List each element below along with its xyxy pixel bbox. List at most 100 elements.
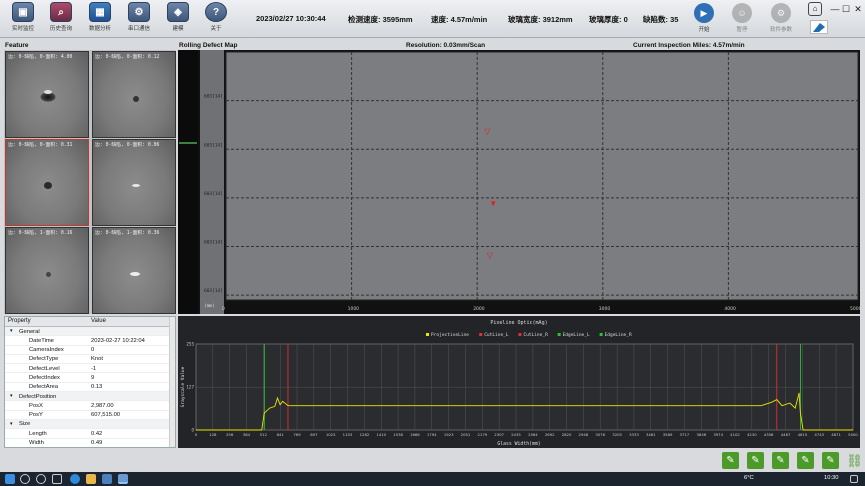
glass-width-display: 玻璃宽度: 3912mm [508,15,573,24]
collapse-icon[interactable]: ▾ [10,328,13,334]
chart-x-tick: 2051 [461,432,471,437]
chart-x-tick: 4102 [730,432,740,437]
chart-x-tick: 5000 [848,432,858,437]
map-y-axis-band [200,50,224,314]
map-x-tick: 1000 [348,306,360,312]
lock-icon[interactable]: ⌂ [808,2,822,16]
tool-button-4[interactable]: ✎ [797,452,814,469]
property-grid-header: Property Value [5,317,175,327]
property-key: PosY [29,412,43,419]
property-category[interactable]: ▾ DefectPosition [5,392,175,402]
profile-chart[interactable]: Pixeline Optic(mAg) ProjectiveLine CutLine… [178,316,860,448]
property-key: CameraIndex [29,347,64,354]
property-category[interactable]: ▾ Size [5,419,175,430]
defect-mark [132,184,140,187]
thumbnail-1[interactable]: 边: 0-缺陷, 0-面积: 4.00 [5,51,89,138]
chart-x-tick: 1410 [376,432,386,437]
property-row[interactable]: PosY 607,515.00 [5,411,175,420]
history-query-label: 历史查询 [49,26,72,32]
defect-mark [130,272,140,276]
close-button[interactable]: ✕ [852,3,864,15]
glass-thickness-display: 玻璃厚度: 0 [589,15,628,24]
modeling-button[interactable]: ◈ 建模 [161,2,195,36]
chart-x-tick: 1794 [427,432,437,437]
collapse-icon[interactable]: ▾ [10,393,13,399]
tool-button-5[interactable]: ✎ [822,452,839,469]
tool-button-1[interactable]: ✎ [722,452,739,469]
realtime-monitor-button[interactable]: ▣ 实时监控 [6,2,40,36]
map-y-tick: 603[14] [204,142,223,148]
search-icon[interactable] [20,474,30,484]
data-analysis-button[interactable]: ▦ 数据分析 [83,2,117,36]
maximize-button[interactable]: ☐ [840,3,852,15]
property-row[interactable]: DefectIndex 9 [5,373,175,383]
stop-button[interactable]: ☺ 暂停 [724,2,760,36]
history-query-button[interactable]: ⌕ 历史查询 [44,2,78,36]
legend-label: ProjectiveLine [431,332,469,338]
start-menu-icon[interactable] [5,474,15,484]
start-button[interactable]: ▶ 开始 [686,2,722,36]
logo [810,20,828,34]
property-row[interactable]: Width 0.49 [5,439,175,447]
defect-marker: ▽ [484,127,491,136]
property-category[interactable]: ▾ General [5,327,175,337]
legend-label: CutLine_R [523,332,548,338]
property-scrollbar[interactable] [169,317,175,447]
params-icon: ⚙ [771,3,791,23]
defect-highlight [44,90,52,94]
clock-text[interactable]: 10:30 [824,475,839,481]
app-icon[interactable] [102,474,112,484]
property-value: 0 [91,347,95,354]
chart-x-tick: 4743 [814,432,824,437]
serial-comm-button[interactable]: ⚙ 串口通信 [122,2,156,36]
property-row[interactable]: DateTime 2023-02-27 10:22:04 [5,336,175,346]
about-button[interactable]: ? 关于 [199,2,233,36]
about-label: 关于 [210,26,222,32]
link-button[interactable]: ⛓ [846,452,863,469]
datetime-display: 2023/02/27 10:30:44 [256,14,326,23]
chart-x-tick: 2564 [528,432,538,437]
thumbnail-3[interactable]: 边: 0-缺陷, 0-面积: 0.31 [5,139,89,226]
thumbnail-caption: 边: 0-缺陷, 0-面积: 4.00 [8,55,73,60]
chart-x-tick: 2820 [562,432,572,437]
property-value: 0.42 [91,430,103,437]
property-key: DefectIndex [29,374,60,381]
defect-marker: ▼ [489,199,497,208]
folder-icon[interactable] [86,474,96,484]
thumbnail-6[interactable]: 边: 0-缺陷, 1-面积: 0.36 [92,227,176,314]
thumbnail-2[interactable]: 边: 0-缺陷, 0-面积: 0.12 [92,51,176,138]
property-value: 607,515.00 [91,412,121,419]
chart-x-tick: 3974 [713,432,723,437]
chart-x-tick: 512 [260,432,268,437]
chart-x-tick: 769 [293,432,301,437]
notification-icon[interactable] [850,475,858,483]
property-row[interactable]: DefectType Knot [5,355,175,365]
thumbnail-4[interactable]: 边: 0-缺陷, 0-面积: 0.06 [92,139,176,226]
property-key: PosX [29,402,43,409]
serial-comm-label: 串口通信 [127,26,150,32]
defect-mark [46,272,51,277]
property-row[interactable]: Length 0.42 [5,429,175,439]
edge-icon[interactable] [70,474,80,484]
property-row[interactable]: DefectArea 0.13 [5,383,175,393]
property-key: DateTime [29,337,54,344]
collapse-icon[interactable]: ▾ [10,421,13,427]
property-row[interactable]: PosX 2,987.00 [5,401,175,411]
property-row[interactable]: DefectLevel -1 [5,364,175,374]
tool-button-2[interactable]: ✎ [747,452,764,469]
property-row[interactable]: CameraIndex 0 [5,346,175,355]
inspection-app-icon[interactable] [118,474,128,484]
property-key: Size [19,421,31,428]
defect-map[interactable]: 603[14] 603[14] 603[14] 603[14] 603[14] (mm) 0… [178,50,862,314]
cortana-icon[interactable] [36,474,46,484]
task-view-icon[interactable] [52,474,62,484]
thumbnail-image [93,228,175,313]
params-button[interactable]: ⚙ 软件参数 [763,2,799,36]
defect-map-area: 603[14] 603[14] 603[14] 603[14] 603[14] (mm) 0… [178,50,862,314]
weather-text: 6°C [744,475,754,481]
chart-x-tick: 4615 [798,432,808,437]
tool-button-3[interactable]: ✎ [772,452,789,469]
start-label: 开始 [698,27,710,33]
thumbnail-5[interactable]: 边: 0-缺陷, 1-面积: 0.16 [5,227,89,314]
link-icon: ⛓ [846,452,863,468]
